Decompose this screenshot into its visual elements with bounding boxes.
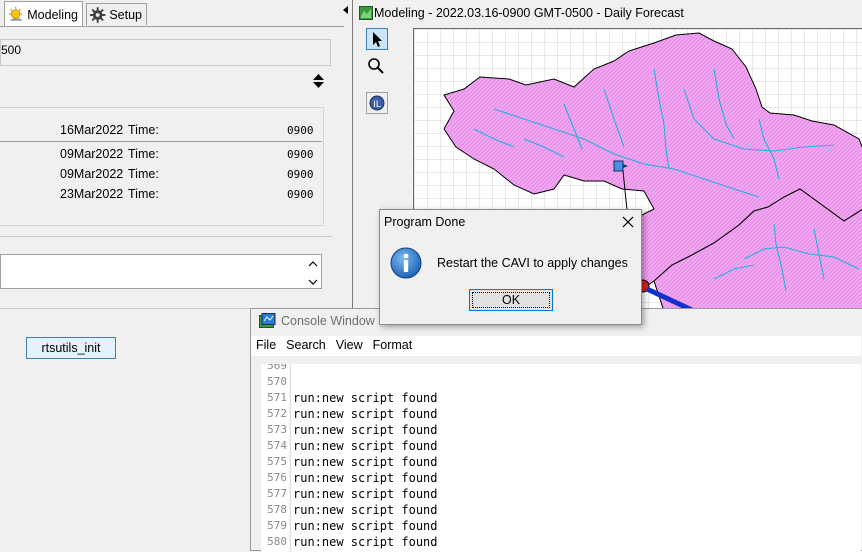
line-text: run:new script found [293,487,438,501]
line-text: run:new script found [293,423,438,437]
ok-button[interactable]: OK [469,289,553,311]
line-text: run:new script found [293,503,438,517]
line-number: 570 [267,375,287,388]
tab-setup[interactable]: Setup [86,3,147,25]
tab-setup-label: Setup [109,7,142,22]
console-line: 576 run:new script found [261,470,438,486]
menu-view[interactable]: View [331,336,368,356]
line-number: 574 [267,439,287,452]
console-line: 579 run:new script found [261,518,438,534]
divider [0,236,332,237]
pointer-icon [373,32,382,47]
console-line: 571 run:new script found [261,390,438,406]
console-line: 577 run:new script found [261,486,438,502]
menu-format[interactable]: Format [368,336,418,356]
modeling-window-title: Modeling - 2022.03.16-0900 GMT-0500 - Da… [374,6,684,20]
layer-icon: IL [369,95,385,111]
line-number: 580 [267,535,287,548]
collapse-icon[interactable] [312,73,325,89]
line-number: 578 [267,503,287,516]
console-line: 575 run:new script found [261,454,438,470]
forecast-date: 16Mar2022 [60,123,124,137]
line-text: run:new script found [293,471,438,485]
line-number: 577 [267,487,287,500]
close-icon[interactable] [622,216,634,228]
console-line: 573 run:new script found [261,422,438,438]
console-line: 569 [261,364,438,374]
line-text: run:new script found [293,439,438,453]
console-title: Console Window [281,314,375,328]
tab-bar: Modeling Setup [0,0,345,27]
line-text: run:new script found [293,391,438,405]
time-label: Time: [128,123,159,137]
console-window: Console Window File Search View Format 5… [250,308,862,552]
divider [0,308,250,309]
zoom-icon [368,58,384,74]
line-number: 571 [267,391,287,404]
console-lines: 569 570 571 run:new script found 572 run:new … [261,364,438,550]
tab-modeling-label: Modeling [27,7,78,22]
zoom-tool[interactable] [366,56,388,78]
console-output[interactable]: 569 570 571 run:new script found 572 run:new … [261,364,861,552]
divider [0,141,322,142]
line-number: 573 [267,423,287,436]
dialog-message: Restart the CAVI to apply changes [437,256,628,270]
line-number: 572 [267,407,287,420]
scroll-arrows-icon[interactable] [307,258,319,288]
program-done-dialog: Program Done Restart the CAVI to apply c… [379,209,642,325]
console-line: 578 run:new script found [261,502,438,518]
menu-file[interactable]: File [251,336,281,356]
lookback-date: 09Mar2022 [60,167,124,181]
line-text: run:new script found [293,455,438,469]
info-icon [390,247,422,279]
console-line: 580 run:new script found [261,534,438,550]
line-text: run:new script found [293,519,438,533]
pointer-tool[interactable] [366,28,388,50]
splitter-arrows-icon[interactable] [343,6,349,22]
rtsutils-init-button[interactable]: rtsutils_init [26,337,116,359]
line-text: run:new script found [293,407,438,421]
console-icon [259,313,276,328]
console-menubar: File Search View Format [251,336,861,356]
console-line: 572 run:new script found [261,406,438,422]
start-time[interactable]: 0900 [287,148,314,161]
line-text [291,364,293,374]
console-line: 570 [261,374,438,390]
console-line: 574 run:new script found [261,438,438,454]
gear-icon [89,6,106,23]
line-number: 579 [267,519,287,532]
menu-search[interactable]: Search [281,336,331,356]
sun-icon [8,6,23,21]
line-text [291,374,293,390]
svg-text:IL: IL [373,100,381,110]
time-label: Time: [128,147,159,161]
description-textarea[interactable] [0,254,322,289]
timezone-value: 500 [1,43,22,57]
forecast-times-group [0,107,324,226]
end-time[interactable]: 0900 [287,188,314,201]
line-text: run:new script found [293,535,438,549]
line-number: 576 [267,471,287,484]
line-number: 569 [267,364,287,372]
line-number: 575 [267,455,287,468]
end-date: 23Mar2022 [60,187,124,201]
dialog-title: Program Done [384,215,466,229]
map-window-icon [359,6,373,20]
start-date: 09Mar2022 [60,147,124,161]
forecast-time[interactable]: 0900 [287,124,314,137]
time-label: Time: [128,167,159,181]
layer-tool[interactable]: IL [366,92,388,114]
time-label: Time: [128,187,159,201]
tab-modeling[interactable]: Modeling [4,1,83,27]
timezone-field[interactable]: 500 [0,39,331,66]
lookback-time[interactable]: 0900 [287,168,314,181]
